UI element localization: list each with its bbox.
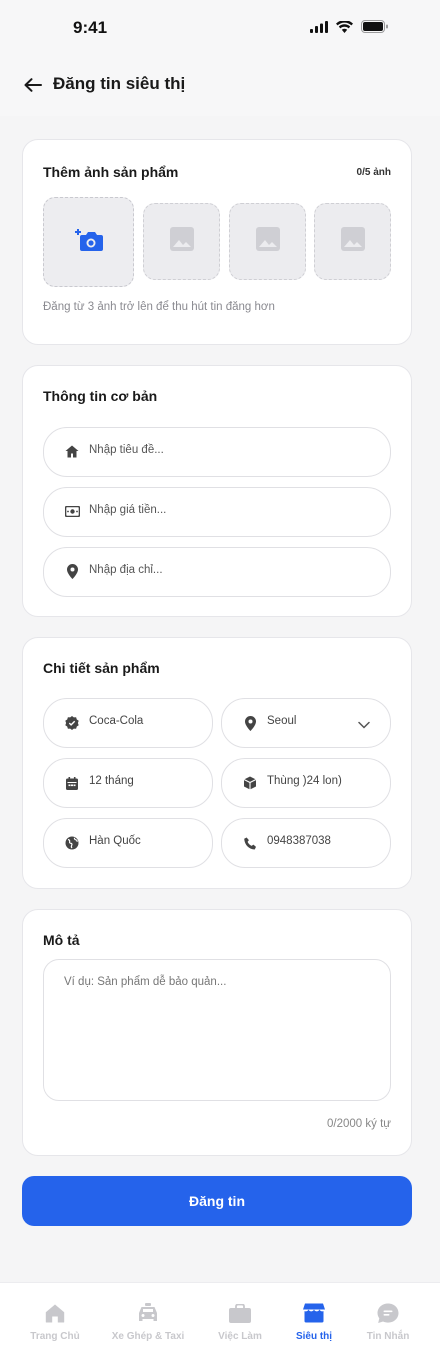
wifi-icon [336, 20, 353, 38]
page-title: Đăng tin siêu thị [53, 74, 186, 93]
photo-card: Thêm ảnh sản phẩm 0/5 ảnh Đăng từ 3 ảnh … [22, 139, 412, 345]
packaging-value: Thùng )24 lon) [267, 775, 342, 787]
status-time: 9:41 [73, 18, 108, 37]
chat-icon [376, 1301, 400, 1325]
description-textarea[interactable]: Ví dụ: Sản phẩm dễ bảo quản... [43, 959, 391, 1101]
title-placeholder: Nhập tiêu đề... [89, 444, 164, 456]
nav-label: Trang Chủ [30, 1331, 80, 1342]
location-pin-icon [64, 563, 80, 579]
globe-icon [64, 835, 80, 851]
page-header: Đăng tin siêu thị [0, 56, 440, 116]
battery-icon [361, 20, 388, 38]
home-icon [64, 443, 80, 459]
nav-item-jobs[interactable]: Việc Làm [195, 1283, 285, 1367]
product-detail-card: Chi tiết sản phẩm Coca-Cola Seoul 12 thá… [22, 637, 412, 889]
nav-item-supermarket[interactable]: Siêu thị [274, 1283, 354, 1367]
product-detail-title: Chi tiết sản phẩm [43, 660, 160, 676]
phone-field[interactable]: 0948387038 [221, 818, 391, 868]
nav-label: Xe Ghép & Taxi [111, 1331, 185, 1342]
address-placeholder: Nhập địa chỉ... [89, 564, 163, 576]
image-icon [340, 226, 366, 257]
status-icons [310, 20, 388, 38]
photo-slot[interactable] [229, 203, 306, 280]
brand-field[interactable]: Coca-Cola [43, 698, 213, 748]
store-icon [302, 1301, 326, 1325]
brand-value: Coca-Cola [89, 715, 144, 727]
nav-label: Việc Làm [218, 1331, 262, 1342]
basic-info-card: Thông tin cơ bản Nhập tiêu đề... Nhập gi… [22, 365, 412, 617]
expiry-value: 12 tháng [89, 775, 134, 787]
basic-info-title: Thông tin cơ bản [43, 388, 158, 404]
nav-label: Tin Nhắn [366, 1331, 410, 1342]
photo-slot[interactable] [143, 203, 220, 280]
origin-value: Hàn Quốc [89, 835, 141, 847]
photo-section-title: Thêm ảnh sản phẩm [43, 164, 179, 180]
signal-icon [310, 20, 328, 38]
nav-item-taxi[interactable]: Xe Ghép & Taxi [103, 1283, 193, 1367]
money-icon [64, 503, 80, 519]
price-placeholder: Nhập giá tiền... [89, 504, 167, 516]
add-photo-button[interactable] [43, 197, 134, 287]
description-title: Mô tả [43, 932, 80, 948]
location-select[interactable]: Seoul [221, 698, 391, 748]
home-icon [43, 1301, 67, 1325]
nav-item-messages[interactable]: Tin Nhắn [348, 1283, 428, 1367]
status-bar: 9:41 [0, 0, 440, 56]
phone-value: 0948387038 [267, 835, 331, 847]
price-input[interactable]: Nhập giá tiền... [43, 487, 391, 537]
image-icon [255, 226, 281, 257]
add-camera-icon [74, 227, 103, 258]
image-icon [169, 226, 195, 257]
calendar-icon [64, 775, 80, 791]
bottom-nav: Trang Chủ Xe Ghép & Taxi Việc Làm Siêu t… [0, 1282, 440, 1367]
location-value: Seoul [267, 715, 297, 727]
verified-badge-icon [64, 715, 80, 731]
title-input[interactable]: Nhập tiêu đề... [43, 427, 391, 477]
description-card: Mô tả Ví dụ: Sản phẩm dễ bảo quản... 0/2… [22, 909, 412, 1156]
back-button[interactable] [20, 74, 46, 100]
briefcase-icon [228, 1301, 252, 1325]
chevron-down-icon [358, 716, 370, 734]
phone-icon [242, 835, 258, 851]
packaging-field[interactable]: Thùng )24 lon) [221, 758, 391, 808]
nav-item-home[interactable]: Trang Chủ [10, 1283, 100, 1367]
description-placeholder: Ví dụ: Sản phẩm dễ bảo quản... [64, 976, 227, 988]
photo-slot[interactable] [314, 203, 391, 280]
photo-hint: Đăng từ 3 ảnh trở lên để thu hút tin đăn… [43, 301, 275, 313]
description-char-count: 0/2000 ký tự [327, 1118, 391, 1130]
arrow-left-icon [24, 77, 42, 97]
nav-label: Siêu thị [295, 1331, 333, 1342]
box-icon [242, 775, 258, 791]
photo-count: 0/5 ảnh [356, 167, 391, 178]
address-input[interactable]: Nhập địa chỉ... [43, 547, 391, 597]
submit-button[interactable]: Đăng tin [22, 1176, 412, 1226]
taxi-icon [136, 1301, 160, 1325]
location-pin-icon [242, 715, 258, 731]
expiry-field[interactable]: 12 tháng [43, 758, 213, 808]
origin-field[interactable]: Hàn Quốc [43, 818, 213, 868]
